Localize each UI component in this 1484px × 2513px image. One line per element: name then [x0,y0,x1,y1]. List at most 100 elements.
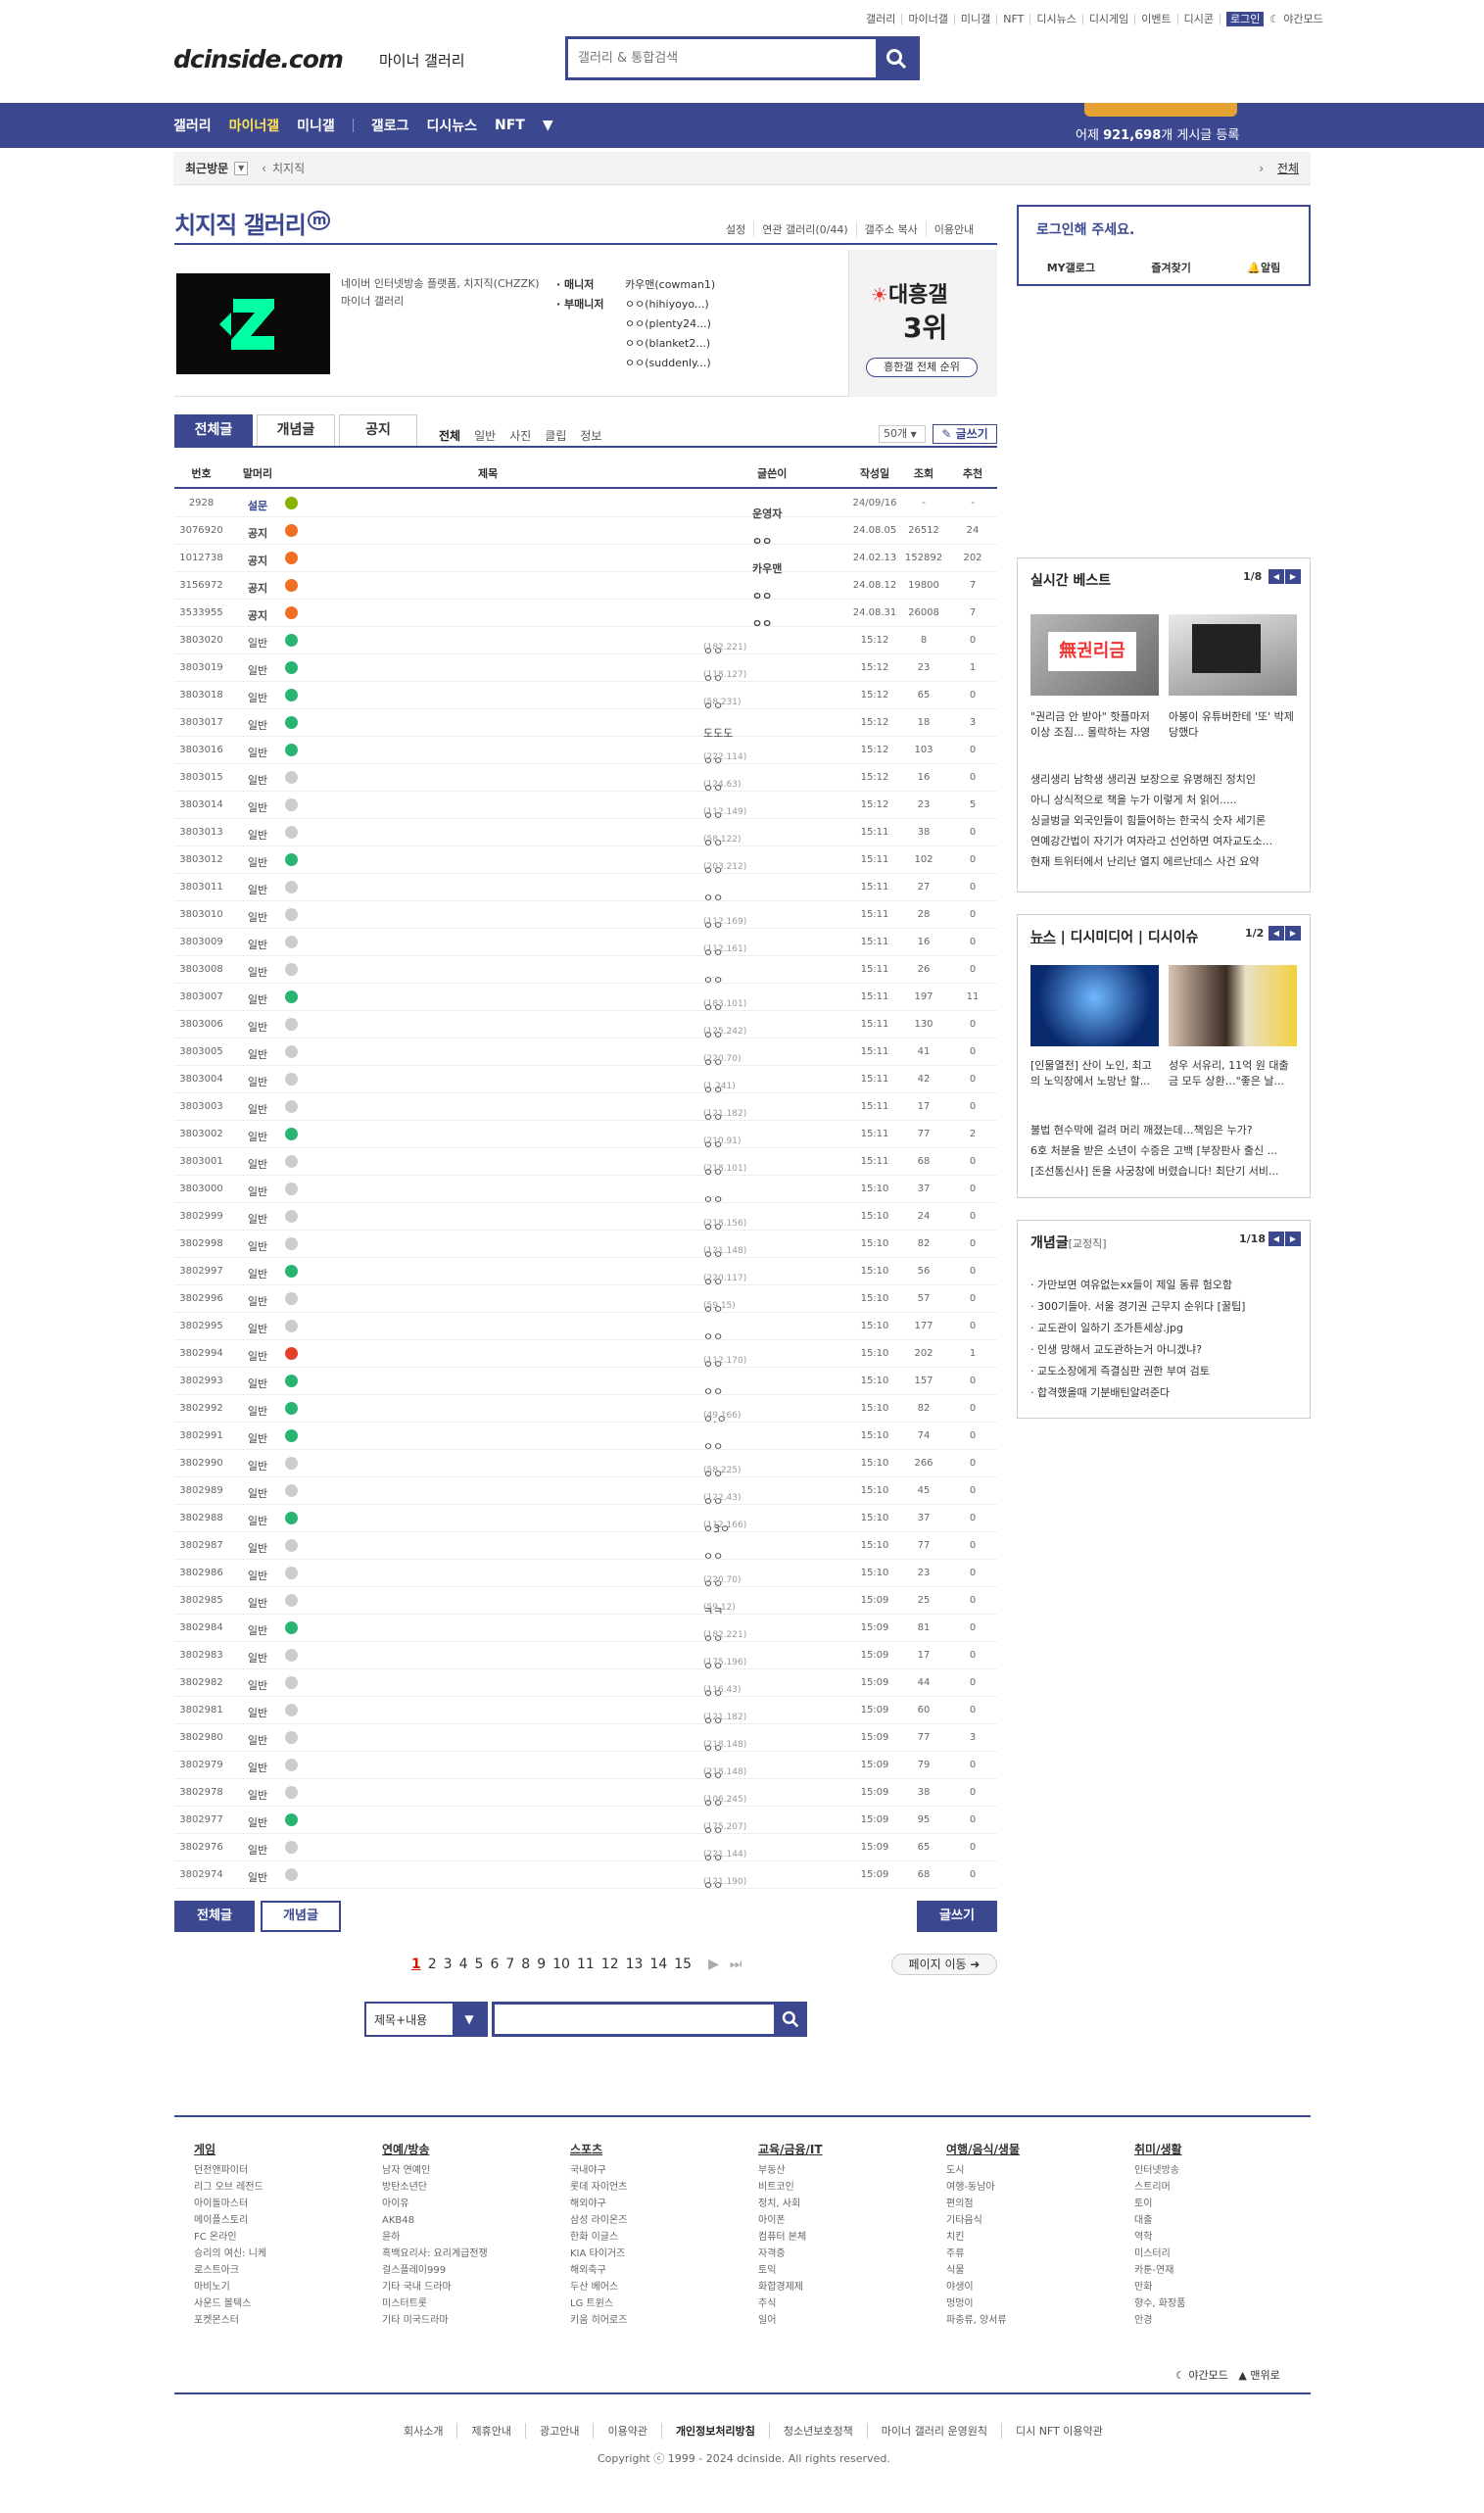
filter-general[interactable]: 일반 [474,427,496,444]
search-type-select[interactable]: 제목+내용 ▼ [364,2002,488,2037]
list-item[interactable]: · 인생 망해서 교도관하는거 아니겠냐? [1030,1339,1245,1361]
footer-category-link[interactable]: 대출 [1134,2212,1185,2229]
footer-category-link[interactable]: 해외축구 [570,2262,627,2279]
table-row[interactable]: 3803016일반30살 로리년 틀어다가 그냥ㅇㅇ (222.114)15:1… [174,737,997,767]
news-caption[interactable]: 성우 서유리, 11억 원 대출금 모두 상환…"좋은 날... [1169,1058,1297,1091]
tab-dcmedia[interactable]: 디시미디어 [1071,930,1133,945]
submanager-name[interactable]: ㅇㅇ(plenty24...) [556,314,715,334]
page-link[interactable]: 3 [444,1957,453,1972]
footer-category-link[interactable]: 식물 [946,2262,1020,2279]
filter-clip[interactable]: 클립 [545,427,566,444]
table-row[interactable]: 3802988일반풉) 치갤 붕신들 한심하다 그렇시간에 좀 솔깽돌려라ㅇ3ㅇ… [174,1505,997,1535]
page-link[interactable]: 9 [537,1957,546,1972]
table-row[interactable]: 3802997일반철수형 어차피 명의는 다 무모님걸텐데[1]ㅇㅇ (220.… [174,1258,997,1288]
util-link-gallery[interactable]: 갤러리 [860,13,903,24]
login-button[interactable]: 로그인 [1226,11,1265,26]
util-link-nft[interactable]: NFT [997,13,1031,24]
filter-all[interactable]: 전체 [439,427,460,444]
table-row[interactable]: 3802992일반결혼식에 청자켓 입고가도 됨?[4]ㅇ.ㅇ (49.166)… [174,1395,997,1426]
footer-category-link[interactable]: FC 온라인 [194,2229,266,2246]
table-row[interactable]: 3803003일반근주 조축회 테이블에 없었음?ㅇㅇ (121.182)15:… [174,1093,997,1124]
table-row[interactable]: 3803015일반풉) 올프는 내 카톡 답장 잘 안해준다ㅇㅇ (124.63… [174,764,997,795]
table-row[interactable]: 3803019일반Ddddl__0801님 혹시 첫경험은 해보셨나요?ㅇㅇ (… [174,654,997,685]
util-link-game[interactable]: 디시게임 [1083,13,1136,24]
footer-category-title[interactable]: 게임 [194,2142,266,2158]
footer-category-link[interactable]: 편의점 [946,2196,1020,2212]
table-row[interactable]: 3802985일반스트리머들 대회끝나고 와우 빨리 안접으면 10월 중순에 … [174,1587,997,1618]
footer-link[interactable]: 디시 NFT 이용약관 [1000,2423,1117,2439]
table-row[interactable]: 3803005일반지금 플레임 그얘기한다 ㅣㅣㄱㅇㅇ (220.70)15:1… [174,1039,997,1069]
footer-category-link[interactable]: 여행-동남아 [946,2179,1020,2196]
footer-link[interactable]: 이용약관 [593,2423,660,2439]
table-row[interactable]: 3803013일반은지판 이름 자체가 급식은 아닌듯ㅇㅇ (58.122)15… [174,819,997,849]
next-arrow-icon[interactable]: ▶ [1285,926,1301,941]
list-item[interactable]: 싱글벙글 외국인들이 힘들어하는 한국식 숫자 세기론 [1030,810,1272,831]
chevron-down-icon[interactable]: ▼ [234,161,249,175]
footer-category-link[interactable]: 승리의 여신: 니케 [194,2246,266,2262]
page-link[interactable]: 4 [459,1957,468,1972]
prev-arrow-icon[interactable]: ◀ [1269,1232,1284,1246]
table-row[interactable]: 3803012일반강 철수랭이 신혼여행다녀와서[3]ㅇㅇ (203.212)1… [174,846,997,877]
best-thumbnail[interactable]: 無권리금 [1030,614,1159,696]
gallery-settings-link[interactable]: 설정 [718,221,753,237]
footer-category-link[interactable]: 비트코인 [758,2179,823,2196]
nav-mini-gallery[interactable]: 미니갤 [297,116,335,135]
footer-category-title[interactable]: 여행/음식/생물 [946,2142,1020,2158]
list-item[interactable]: · 교도소장에게 즉결심판 권한 부여 검토 [1030,1361,1245,1382]
footer-category-link[interactable]: 부동산 [758,2162,823,2179]
footer-link[interactable]: 제휴안내 [456,2423,524,2439]
list-item[interactable]: · 교도관이 일하기 조가튼세상.jpg [1030,1318,1245,1339]
footer-category-title[interactable]: 연예/방송 [382,2142,488,2158]
table-row[interactable]: 3803007일반먼 이만글도 냄글가는데 뮤지직 글은 다 내리냐 ㅋㅋㅋ[8… [174,984,997,1014]
table-row[interactable]: 3802990일반철수랭 아내 99년생임?[5]ㅇㅇ (58.225)15:1… [174,1450,997,1480]
footer-category-link[interactable]: 남자 연예인 [382,2162,488,2179]
table-row[interactable]: 3803009일반아 5년씩 존나 궁금한데 타임머신없나..ㅇㅇ (112.1… [174,929,997,959]
footer-category-title[interactable]: 교육/금융/IT [758,2142,823,2158]
table-row[interactable]: 3802998일반조강현 철수 결혼식감?[2]ㅇㅇ (121.148)15:1… [174,1231,997,1261]
tab-best[interactable]: 개념글 [257,414,335,446]
tab-news[interactable]: 뉴스 [1030,930,1056,945]
footer-category-link[interactable]: LG 트윈스 [570,2296,627,2312]
table-row[interactable]: 3802982일반플레임이 결혼해서 재산 반갈죽당하면 손해가 씨발 ㅋㅋㅇㅇ… [174,1669,997,1700]
table-row[interactable]: 3533955공지신문고 (게시물 신고, 차단 해제)[1]ㅇㅇ 24.08.… [174,600,997,630]
footer-category-link[interactable]: 파충류, 양서류 [946,2312,1020,2329]
news-thumbnail[interactable] [1169,965,1297,1046]
footer-category-link[interactable]: 미스터리 [1134,2246,1185,2262]
page-move-button[interactable]: 페이지 이동 ➜ [891,1954,997,1975]
nav-nft[interactable]: NFT [495,118,525,133]
next-page-icon[interactable]: ▶ [708,1957,719,1972]
write-button[interactable]: ✎ 글쓰기 [933,424,997,444]
page-link[interactable]: 12 [601,1957,619,1972]
util-link-minor[interactable]: 마이너갤 [902,13,955,24]
footer-link[interactable]: 광고안내 [524,2423,593,2439]
page-link[interactable]: 10 [552,1957,570,1972]
scroll-top-link[interactable]: 맨위로 [1250,2369,1279,2382]
prev-arrow-icon[interactable]: ◀ [1269,926,1284,941]
list-item[interactable]: · 가만보면 여유없는xx들이 제일 동류 험오함 [1030,1275,1245,1296]
nav-more-icon[interactable]: ▼ [543,118,553,133]
filter-photo[interactable]: 사진 [509,427,531,444]
footer-category-title[interactable]: 취미/생활 [1134,2142,1185,2158]
footer-link[interactable]: 청소년보호정책 [768,2423,867,2439]
table-row[interactable]: 3802995일반플레임 진짜 모솔이냐[6]ㅇㅇ 15:101770 [174,1313,997,1343]
footer-category-link[interactable]: 삼성 라이온즈 [570,2212,627,2229]
footer-category-link[interactable]: AKB48 [382,2212,488,2229]
table-row[interactable]: 3802986일반나이자 심하면 걱정되긴하지[1]ㅇㅇ (220.70)15:… [174,1560,997,1590]
table-row[interactable]: 3802979일반플레임 사람이 참 순수하네ㅇㅇ (218.148)15:09… [174,1752,997,1782]
page-link[interactable]: 2 [428,1957,437,1972]
table-row[interactable]: 3803018일반5년 다돼가는 커플..jpgㅇㅇ (58.231)15:12… [174,682,997,712]
login-prompt[interactable]: 로그인해 주세요. [1036,219,1134,239]
footer-category-link[interactable]: 스트리머 [1134,2179,1185,2196]
footer-category-link[interactable]: 리그 오브 레전드 [194,2179,266,2196]
table-row[interactable]: 2928설문연예인하면 더 인기 많을 것 같은 스포츠 스타는?운영자 24/… [174,490,997,520]
footer-category-link[interactable]: 포켓몬스터 [194,2312,266,2329]
util-link-dccon[interactable]: 디시콘 [1178,13,1221,24]
table-row[interactable]: 3803000일반근데 손보면 30대같음ㅇㅇ 15:10370 [174,1176,997,1206]
event-banner-tab[interactable] [1084,103,1237,117]
table-row[interactable]: 3802994일반림보 실패하는 스트리머.....gif[1]ㅇㅇ (112.… [174,1340,997,1371]
table-row[interactable]: 3803004일반네클릿 <- 좀 불쌍하네..ㅇㅇ (1.241)15:114… [174,1066,997,1096]
list-item[interactable]: 아니 상식적으로 책을 누가 이렇게 처 읽어..... [1030,790,1272,810]
recent-visit-item[interactable]: 치지직 [272,160,305,176]
page-link[interactable]: 8 [521,1957,530,1972]
page-link[interactable]: 14 [649,1957,667,1972]
